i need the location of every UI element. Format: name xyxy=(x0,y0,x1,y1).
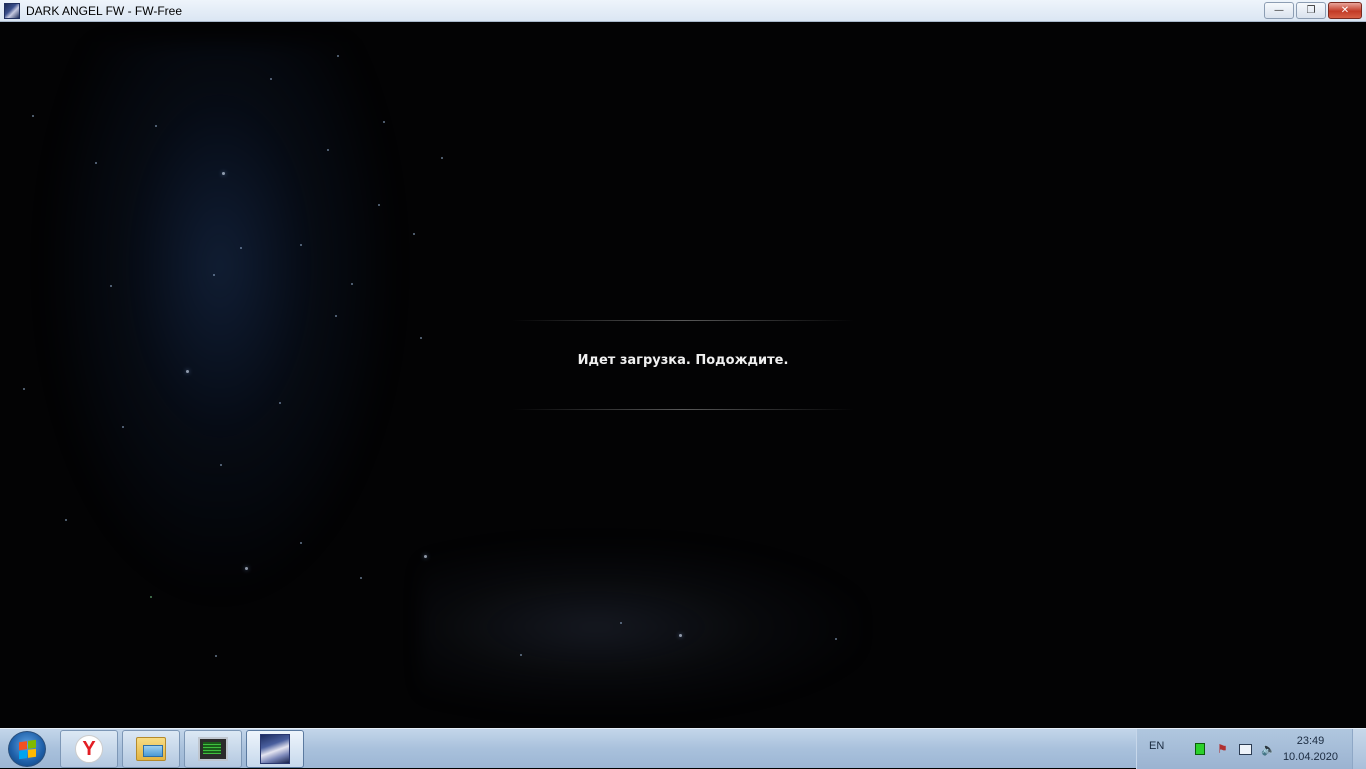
star xyxy=(679,634,682,637)
close-button[interactable]: ✕ xyxy=(1328,2,1362,19)
system-monitor-icon xyxy=(198,737,228,761)
yandex-browser-icon: Y xyxy=(75,735,103,763)
star xyxy=(300,244,302,246)
system-tray: EN ⚑ 🔈 23:49 10.04.2020 xyxy=(1136,729,1366,769)
star xyxy=(424,555,427,558)
star xyxy=(327,149,329,151)
star xyxy=(213,274,215,276)
window-controls: — ❐ ✕ xyxy=(1264,2,1362,19)
nebula-background-lower xyxy=(420,542,860,712)
star xyxy=(351,283,353,285)
star xyxy=(240,247,242,249)
action-center-flag-icon[interactable]: ⚑ xyxy=(1217,742,1231,756)
restore-button[interactable]: ❐ xyxy=(1296,2,1326,19)
star xyxy=(245,567,248,570)
taskbar-system-monitor[interactable] xyxy=(184,730,242,768)
file-explorer-icon xyxy=(136,737,166,761)
restore-icon: ❐ xyxy=(1306,5,1316,16)
volume-icon[interactable]: 🔈 xyxy=(1261,742,1276,756)
star xyxy=(215,655,217,657)
star xyxy=(337,55,339,57)
minimize-icon: — xyxy=(1274,5,1284,16)
star xyxy=(360,577,362,579)
window-title: DARK ANGEL FW - FW-Free xyxy=(26,3,183,18)
dark-angel-game-icon xyxy=(260,734,290,764)
star xyxy=(186,370,189,373)
taskbar: Y EN ⚑ 🔈 23:49 10.04.2020 xyxy=(0,728,1366,769)
start-button[interactable] xyxy=(8,731,46,767)
game-viewport[interactable]: Идет загрузка. Подождите. xyxy=(0,22,1366,728)
close-icon: ✕ xyxy=(1340,5,1350,16)
star xyxy=(383,121,385,123)
windows-start-icon xyxy=(18,739,36,759)
star xyxy=(95,162,97,164)
taskbar-dark-angel-game[interactable] xyxy=(246,730,304,768)
loading-divider-top xyxy=(512,320,854,321)
star xyxy=(122,426,124,428)
star xyxy=(620,622,622,624)
language-indicator[interactable]: EN xyxy=(1149,740,1164,752)
star xyxy=(150,596,152,598)
window-titlebar[interactable]: DARK ANGEL FW - FW-Free — ❐ ✕ xyxy=(0,0,1366,22)
clock-time: 23:49 xyxy=(1296,735,1325,747)
star xyxy=(270,78,272,80)
star xyxy=(32,115,34,117)
star xyxy=(65,519,67,521)
star xyxy=(155,125,157,127)
star xyxy=(279,402,281,404)
star xyxy=(23,388,25,390)
loading-divider-bottom xyxy=(512,409,854,410)
minimize-button[interactable]: — xyxy=(1264,2,1294,19)
star xyxy=(220,464,222,466)
clock-date: 10.04.2020 xyxy=(1282,751,1338,763)
network-icon[interactable] xyxy=(1239,744,1252,755)
app-icon[interactable] xyxy=(4,2,20,19)
star xyxy=(520,654,522,656)
star xyxy=(110,285,112,287)
star xyxy=(420,337,422,339)
loading-message: Идет загрузка. Подождите. xyxy=(577,353,789,368)
nebula-background xyxy=(40,42,400,602)
battery-icon[interactable] xyxy=(1195,743,1205,755)
star xyxy=(222,172,225,175)
star xyxy=(300,542,302,544)
star xyxy=(441,157,443,159)
clock[interactable]: 23:49 10.04.2020 xyxy=(1283,733,1338,765)
show-desktop-button[interactable] xyxy=(1352,729,1366,769)
star xyxy=(835,638,837,640)
taskbar-file-explorer[interactable] xyxy=(122,730,180,768)
star xyxy=(335,315,337,317)
taskbar-yandex-browser[interactable]: Y xyxy=(60,730,118,768)
star xyxy=(378,204,380,206)
star xyxy=(413,233,415,235)
